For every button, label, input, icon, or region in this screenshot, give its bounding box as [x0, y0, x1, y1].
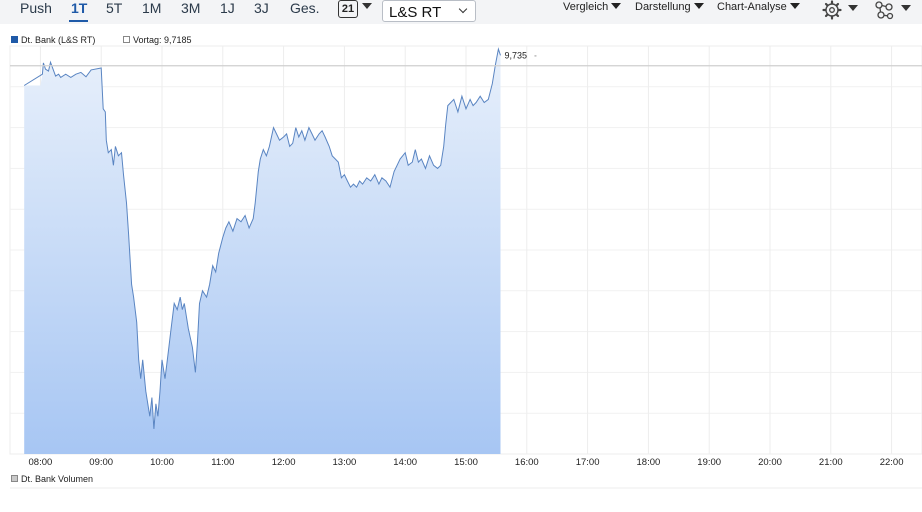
x-tick-label: 18:00: [637, 457, 661, 468]
x-tick-label: 11:00: [211, 457, 234, 468]
legend-volume-label: Dt. Bank Volumen: [21, 474, 94, 484]
x-tick-label: 20:00: [758, 457, 782, 468]
last-value-label: 9,735: [504, 50, 527, 60]
x-tick-label: 15:00: [454, 457, 478, 468]
x-tick-label: 16:00: [515, 457, 539, 468]
x-tick-label: 19:00: [697, 457, 721, 468]
x-tick-label: 14:00: [393, 457, 417, 468]
x-tick-label: 21:00: [819, 457, 843, 468]
legend-volume-swatch: [11, 475, 18, 482]
x-tick-label: 13:00: [333, 457, 357, 468]
x-tick-label: 22:00: [880, 457, 904, 468]
price-chart[interactable]: 08:00 09:00 10:00 11:00 12:00 13:00 14:00 15:00…: [0, 0, 922, 512]
x-tick-label: 12:00: [272, 457, 296, 468]
legend-volume[interactable]: Dt. Bank Volumen: [11, 474, 93, 484]
x-tick-label: 10:00: [150, 457, 174, 468]
x-tick-label: 09:00: [89, 457, 113, 468]
x-tick-label: 08:00: [29, 457, 53, 468]
x-tick-label: 17:00: [576, 457, 600, 468]
